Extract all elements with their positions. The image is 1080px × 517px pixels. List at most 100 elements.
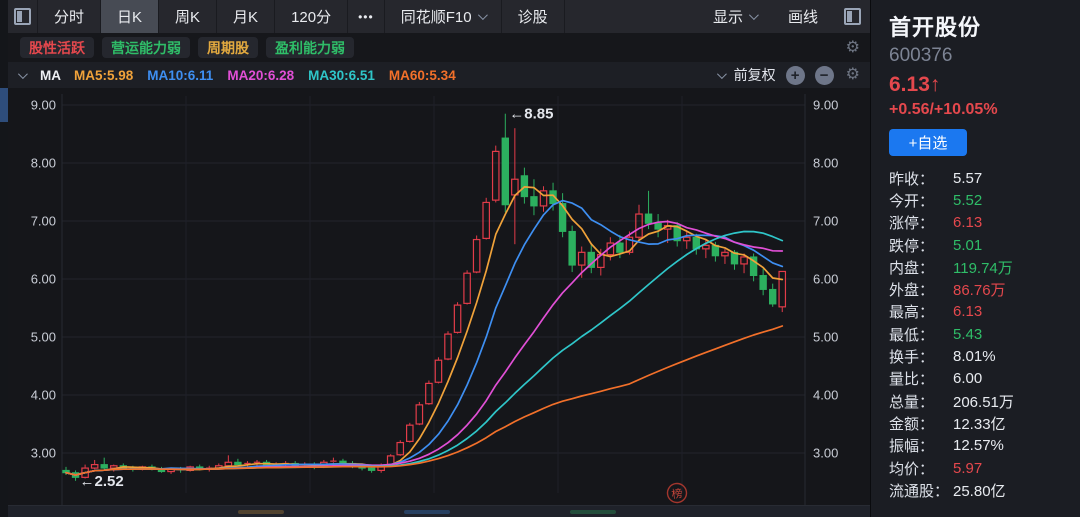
stat-value: 5.43: [953, 325, 983, 343]
stock-code: 600376: [889, 45, 953, 66]
footer-decoration: [238, 509, 284, 514]
chart-settings-gear-icon[interactable]: ⚙: [846, 67, 860, 83]
toolbar-tab-120min[interactable]: 120分: [275, 0, 349, 33]
draw-line-button[interactable]: 画线: [772, 0, 834, 33]
svg-text:←8.85: ←8.85: [509, 106, 553, 123]
footer-decoration: [404, 509, 450, 514]
ma-value-ma10: MA10:6.11: [147, 67, 214, 83]
stat-value: 6.00: [953, 370, 983, 388]
toolbar-tab-label: 同花顺F10: [400, 9, 472, 26]
ma-indicator-label: MA: [40, 67, 61, 83]
stat-row: 最低： 5.43: [889, 323, 1070, 345]
adjust-chevron-icon[interactable]: [716, 68, 727, 79]
toolbar: 分时 日K 周K 月K 120分 ••• 同花顺F10 诊股 显示 画线: [8, 0, 870, 33]
zoom-out-button[interactable]: −: [814, 65, 834, 85]
stock-tag-active-stock[interactable]: 股性活跃: [20, 37, 94, 58]
toolbar-tab-label: •••: [358, 9, 374, 24]
stat-label: 流通股：: [889, 482, 950, 500]
stat-label: 最高：: [889, 304, 935, 322]
chevron-down-icon: [477, 10, 488, 21]
left-edge-panel[interactable]: [0, 0, 8, 517]
ranking-stamp-icon[interactable]: 榜: [666, 482, 688, 504]
panel-right-icon: [843, 8, 861, 25]
stat-label: 涨停：: [889, 215, 935, 233]
stat-label: 外盘：: [889, 282, 935, 300]
stock-name: 首开股份: [889, 15, 982, 40]
ma-value-ma20: MA20:6.28: [227, 67, 295, 83]
stat-row: 金额： 12.33亿: [889, 412, 1070, 434]
toolbar-tab-label: 日K: [117, 9, 143, 26]
svg-text:6.00: 6.00: [31, 272, 56, 287]
stat-value: 5.57: [953, 169, 983, 187]
stat-value: 5.97: [953, 459, 983, 477]
stat-row: 量比： 6.00: [889, 368, 1070, 390]
toolbar-tab-more[interactable]: •••: [348, 0, 385, 33]
quote-panel: 首开股份 600376 6.13↑ +0.56/+10.05% +自选 昨收： 5…: [870, 0, 1080, 517]
panel-left-toggle-button[interactable]: [8, 0, 38, 33]
stock-tag-cyclical-stock[interactable]: 周期股: [198, 37, 258, 58]
stat-row: 流通股： 25.80亿: [889, 479, 1070, 501]
toolbar-tab-label: 月K: [233, 9, 259, 26]
toolbar-tab-daily-k[interactable]: 日K: [101, 0, 160, 33]
stock-tag-weak-profit[interactable]: 盈利能力弱: [266, 37, 354, 58]
ma-bar-controls: 前复权 + − ⚙: [716, 65, 860, 85]
stat-row: 振幅： 12.57%: [889, 435, 1070, 457]
svg-text:8.00: 8.00: [31, 156, 56, 171]
left-edge-active-indicator: [0, 88, 8, 122]
stat-value: 6.13: [953, 303, 983, 321]
stat-label: 跌停：: [889, 237, 935, 255]
stock-tag-weak-operation[interactable]: 营运能力弱: [102, 37, 190, 58]
current-price: 6.13↑: [889, 73, 941, 96]
kline-svg[interactable]: 9.00 9.00 8.00 8.00 7.00 7.00 6.00 6.00 5.00 5.00…: [8, 88, 870, 517]
stat-row: 涨停： 6.13: [889, 212, 1070, 234]
stat-label: 振幅：: [889, 438, 935, 456]
stat-value: 119.74万: [953, 259, 1013, 277]
stat-label: 昨收：: [889, 170, 935, 188]
stat-value: 206.51万: [953, 393, 1014, 411]
ma-value-ma60: MA60:5.34: [388, 67, 456, 83]
stat-row: 最高： 6.13: [889, 301, 1070, 323]
stat-row: 内盘： 119.74万: [889, 256, 1070, 278]
svg-text:6.00: 6.00: [813, 272, 838, 287]
stat-label: 均价：: [889, 460, 935, 478]
stat-value: 12.33亿: [953, 415, 1006, 433]
toolbar-tab-ths-f10[interactable]: 同花顺F10: [385, 0, 502, 33]
toolbar-tab-weekly-k[interactable]: 周K: [159, 0, 218, 33]
svg-text:3.00: 3.00: [31, 446, 56, 461]
chevron-down-icon: [748, 10, 759, 21]
display-menu-button[interactable]: 显示: [697, 0, 772, 33]
toolbar-tab-diagnose[interactable]: 诊股: [502, 0, 565, 33]
stat-row: 均价： 5.97: [889, 457, 1070, 479]
stat-value: 6.13: [953, 214, 983, 232]
stat-row: 总量： 206.51万: [889, 390, 1070, 412]
ma-collapse-chevron-icon[interactable]: [17, 68, 28, 79]
toolbar-tab-label: 周K: [175, 9, 201, 26]
svg-text:7.00: 7.00: [813, 214, 838, 229]
svg-text:8.00: 8.00: [813, 156, 838, 171]
panel-right-toggle-button[interactable]: [834, 0, 870, 33]
toolbar-tab-monthly-k[interactable]: 月K: [217, 0, 276, 33]
stat-label: 内盘：: [889, 259, 935, 277]
add-watchlist-button[interactable]: +自选: [889, 129, 967, 156]
kline-chart-canvas[interactable]: 9.00 9.00 8.00 8.00 7.00 7.00 6.00 6.00 5.00 5.00…: [8, 88, 870, 517]
svg-text:9.00: 9.00: [813, 98, 838, 113]
stat-value: 8.01%: [953, 348, 996, 366]
price-adjust-mode[interactable]: 前复权: [734, 65, 776, 85]
svg-text:4.00: 4.00: [31, 388, 56, 403]
toolbar-tab-minute[interactable]: 分时: [38, 0, 102, 33]
stock-tags: 股性活跃 营运能力弱 周期股 盈利能力弱: [20, 37, 354, 58]
candles-layer: [62, 113, 787, 481]
tag-settings-gear-icon[interactable]: ⚙: [846, 39, 860, 56]
period-tabs: 分时 日K 周K 月K 120分 ••• 同花顺F10 诊股: [38, 0, 565, 33]
zoom-in-button[interactable]: +: [785, 65, 805, 85]
draw-line-label: 画线: [787, 9, 818, 26]
display-menu-label: 显示: [712, 9, 743, 26]
toolbar-tab-label: 诊股: [517, 9, 548, 26]
stat-label: 量比：: [889, 371, 935, 389]
stat-label: 最低：: [889, 326, 935, 344]
price-change: +0.56/+10.05%: [889, 101, 998, 118]
ma-value-ma30: MA30:6.51: [308, 67, 375, 83]
quote-stats-list: 昨收： 5.57 今开： 5.52 涨停： 6.13 跌停： 5.01 内盘： 119.74万 外盘…: [889, 167, 1070, 501]
stat-label: 今开：: [889, 192, 935, 210]
